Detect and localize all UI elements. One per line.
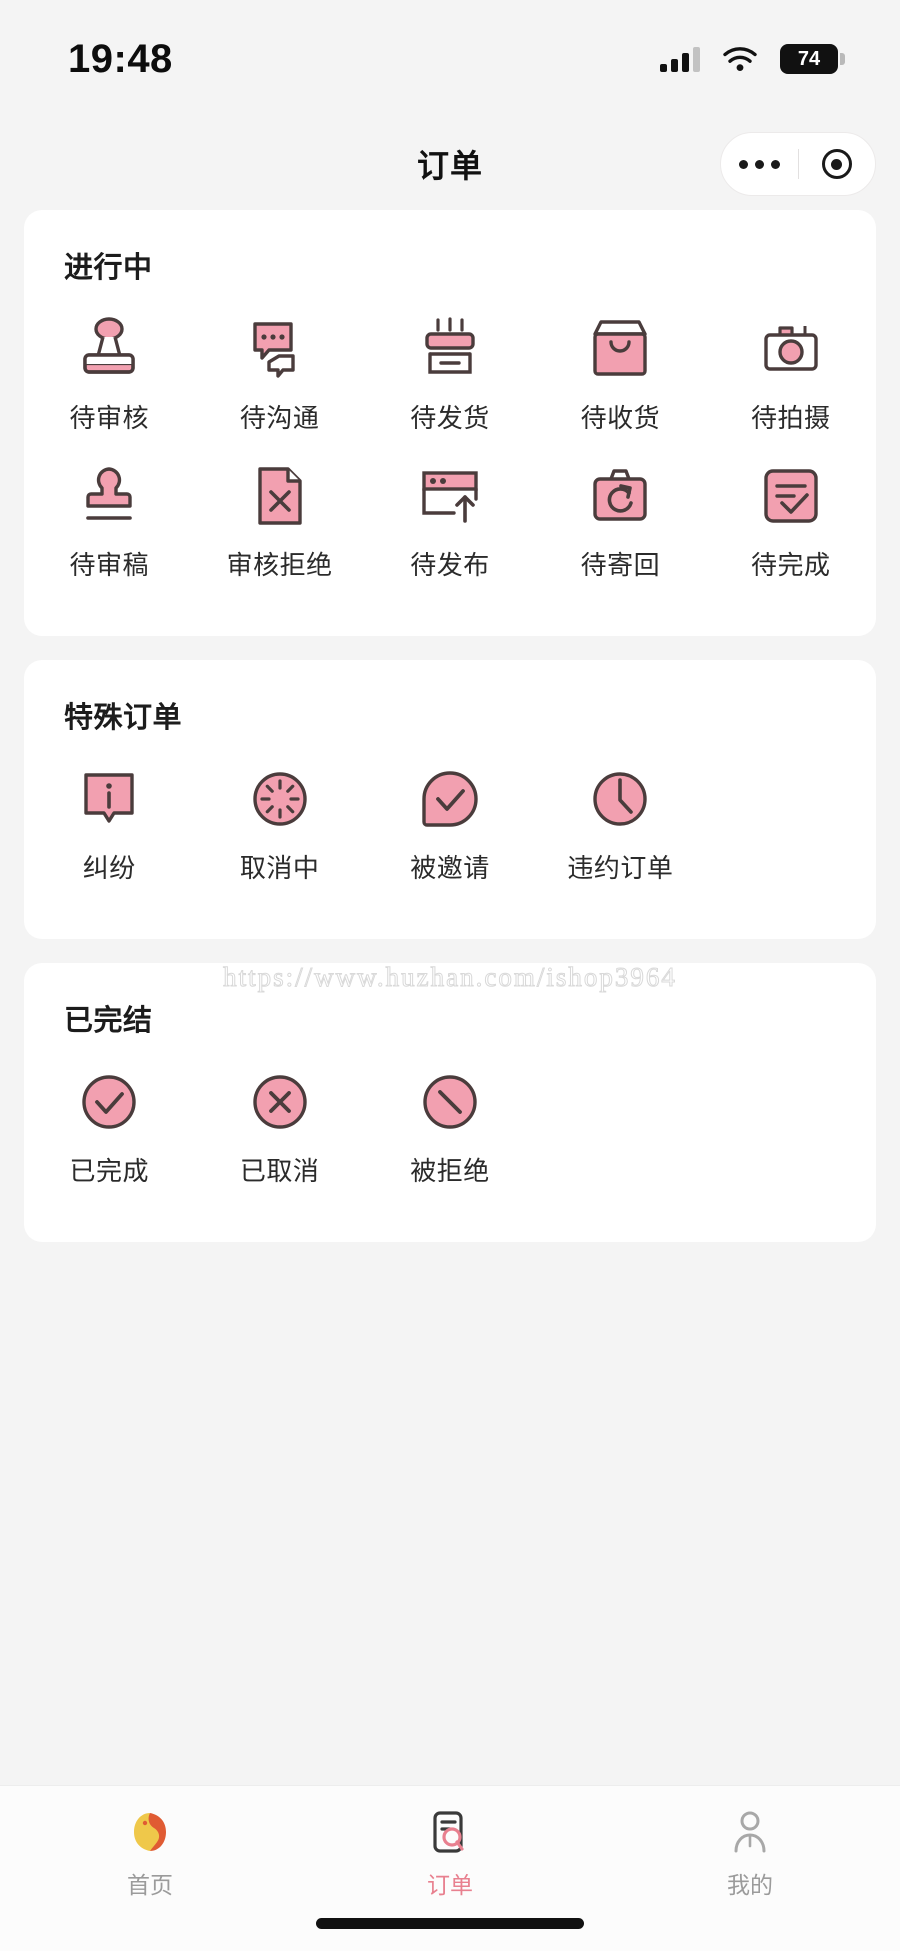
clock-icon <box>593 772 648 826</box>
check-teardrop-icon <box>422 771 478 827</box>
checklist-icon <box>764 469 818 523</box>
order-status-label: 已取消 <box>239 1156 320 1186</box>
order-status-item[interactable]: 待完成 <box>706 463 876 582</box>
tab-label: 首页 <box>127 1872 173 1898</box>
slash-circle-icon <box>423 1075 477 1129</box>
order-status-item[interactable]: 待发布 <box>365 463 535 582</box>
order-status-label: 待收货 <box>580 403 661 433</box>
order-status-label: 取消中 <box>239 853 320 883</box>
order-status-item[interactable]: 待寄回 <box>535 463 705 582</box>
order-status-item[interactable]: 取消中 <box>194 766 364 885</box>
order-status-label: 待沟通 <box>239 403 320 433</box>
nav-bar: 订单 <box>0 118 900 210</box>
order-status-item[interactable]: 待拍摄 <box>706 316 876 435</box>
section-card-special-orders: 特殊订单 纠纷 取消中 被邀请 违约订单 <box>24 660 876 939</box>
window-upload-icon <box>422 471 478 523</box>
check-circle-icon <box>82 1075 136 1129</box>
more-menu-button[interactable] <box>721 159 798 169</box>
close-miniprogram-button[interactable] <box>799 149 876 179</box>
shopping-bag-icon <box>593 320 648 376</box>
person-profile-icon <box>734 1811 766 1853</box>
section-title: 已完结 <box>64 1005 153 1037</box>
order-status-label: 待拍摄 <box>751 403 831 433</box>
tab-profile[interactable]: 我的 <box>600 1808 900 1900</box>
cellular-signal-icon <box>660 46 700 72</box>
order-status-label: 待寄回 <box>580 550 661 580</box>
order-status-label: 待审稿 <box>69 550 149 580</box>
info-bubble-icon <box>84 773 134 823</box>
section-card-completed: 已完结 已完成 已取消 被拒绝 <box>24 963 876 1242</box>
section-grid: 待审核 待沟通 待发货 待收货 待拍摄 待审稿 审核拒绝 待发布 待寄回 待完成 <box>24 316 876 610</box>
order-status-item[interactable]: 待审稿 <box>24 463 194 582</box>
order-status-label: 待发布 <box>410 550 490 580</box>
suitcase-return-icon <box>593 469 648 521</box>
loading-spinner-icon <box>252 772 307 826</box>
order-status-item[interactable]: 纠纷 <box>24 766 194 885</box>
grid-spacer <box>706 766 876 885</box>
tab-label: 我的 <box>727 1872 773 1898</box>
section-title: 进行中 <box>64 252 153 284</box>
x-circle-icon <box>252 1075 307 1129</box>
section-card-in-progress: 进行中 待审核 待沟通 待发货 待收货 待拍摄 待审稿 审核拒绝 待发布 待寄回… <box>24 210 876 636</box>
section-grid: 纠纷 取消中 被邀请 违约订单 <box>24 766 876 913</box>
bottom-tab-bar: 首页 订单 我的 <box>0 1785 900 1951</box>
order-status-label: 违约订单 <box>567 853 674 883</box>
tab-home[interactable]: 首页 <box>0 1808 300 1900</box>
order-status-item[interactable]: 审核拒绝 <box>194 463 364 582</box>
order-status-item[interactable]: 被拒绝 <box>365 1069 535 1188</box>
tab-label: 订单 <box>427 1872 473 1898</box>
grid-spacer <box>706 1069 876 1188</box>
home-indicator <box>316 1918 584 1929</box>
wifi-icon <box>723 47 757 71</box>
stamp-press-icon <box>86 467 132 520</box>
order-status-label: 待审核 <box>69 403 149 433</box>
order-status-label: 已完成 <box>69 1156 149 1186</box>
order-status-label: 审核拒绝 <box>226 550 333 580</box>
order-search-icon <box>433 1811 464 1853</box>
koi-fish-home-icon <box>134 1813 166 1851</box>
order-status-item[interactable]: 违约订单 <box>535 766 705 885</box>
order-status-label: 待发货 <box>410 403 490 433</box>
order-status-item[interactable]: 待沟通 <box>194 316 364 435</box>
order-status-label: 被拒绝 <box>410 1156 490 1186</box>
status-bar-time: 19:48 <box>68 36 173 81</box>
more-dots-icon <box>738 159 780 169</box>
battery-level: 74 <box>797 48 821 70</box>
target-circle-icon <box>821 149 852 179</box>
order-status-label: 被邀请 <box>410 853 490 883</box>
section-title: 特殊订单 <box>64 702 183 734</box>
stamp-icon <box>83 317 135 374</box>
status-bar: 19:48 74 <box>0 0 900 118</box>
battery-icon: 74 <box>780 44 845 74</box>
chat-bubbles-icon <box>252 322 295 378</box>
order-status-item[interactable]: 已取消 <box>194 1069 364 1188</box>
order-status-label: 待完成 <box>751 550 831 580</box>
miniprogram-capsule[interactable] <box>720 132 876 196</box>
order-status-item[interactable]: 待收货 <box>535 316 705 435</box>
app-screen: 19:48 74 订单 进行中 待审核 待沟通 待发货 待收货 待拍摄 待审稿 … <box>0 0 900 1951</box>
order-status-label: 纠纷 <box>82 853 136 883</box>
tab-orders[interactable]: 订单 <box>300 1808 600 1900</box>
order-status-item[interactable]: 被邀请 <box>365 766 535 885</box>
document-x-icon <box>257 467 302 525</box>
section-grid: 已完成 已取消 被拒绝 <box>24 1069 876 1216</box>
order-status-item[interactable]: 待审核 <box>24 316 194 435</box>
grid-spacer <box>535 1069 705 1188</box>
page-title: 订单 <box>416 148 483 184</box>
camera-icon <box>764 326 818 371</box>
order-status-item[interactable]: 待发货 <box>365 316 535 435</box>
status-bar-indicators: 74 <box>660 44 845 74</box>
order-status-item[interactable]: 已完成 <box>24 1069 194 1188</box>
package-ship-icon <box>425 317 475 374</box>
